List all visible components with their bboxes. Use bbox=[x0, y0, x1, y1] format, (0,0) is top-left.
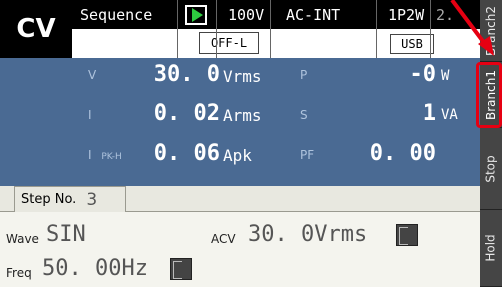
screen: CV Sequence 100V AC-INT 1P2W 2. OFF-L US… bbox=[0, 0, 502, 287]
pointer-arrow-icon bbox=[450, 0, 494, 56]
